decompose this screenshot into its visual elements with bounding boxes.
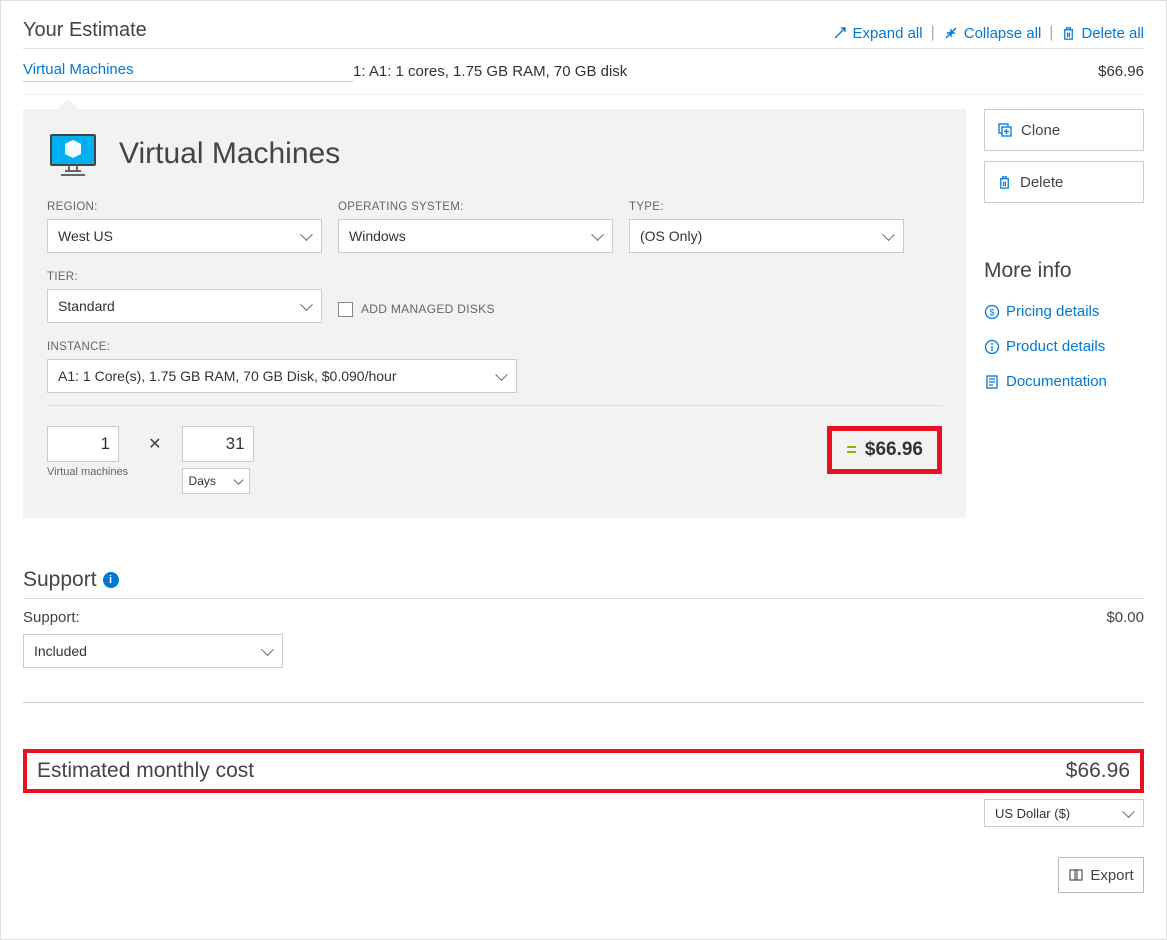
equals-symbol: =	[846, 440, 857, 461]
type-label: TYPE:	[629, 201, 904, 213]
delete-all-link[interactable]: Delete all	[1061, 25, 1144, 42]
tier-label: TIER:	[47, 271, 322, 283]
collapse-icon	[943, 25, 959, 41]
managed-disks-checkbox[interactable]	[338, 302, 353, 317]
duration-unit-select[interactable]: Days	[182, 468, 250, 494]
subtotal-price: $66.96	[865, 439, 923, 461]
type-select[interactable]: (OS Only)	[629, 219, 904, 253]
product-details-link[interactable]: Product details	[984, 338, 1144, 355]
vm-count-input[interactable]: 1	[47, 426, 119, 462]
subtotal-highlight: = $66.96	[827, 426, 942, 474]
trash-icon	[1061, 26, 1076, 41]
delete-button[interactable]: Delete	[984, 161, 1144, 203]
summary-description: 1: A1: 1 cores, 1.75 GB RAM, 70 GB disk	[353, 63, 1098, 80]
instance-label: INSTANCE:	[47, 341, 942, 353]
support-select[interactable]: Included	[23, 634, 283, 668]
monthly-cost-highlight: Estimated monthly cost $66.96	[23, 749, 1144, 793]
instance-select[interactable]: A1: 1 Core(s), 1.75 GB RAM, 70 GB Disk, …	[47, 359, 517, 393]
currency-select[interactable]: US Dollar ($)	[984, 799, 1144, 827]
export-button[interactable]: Export	[1058, 857, 1144, 893]
expand-icon	[832, 25, 848, 41]
region-label: REGION:	[47, 201, 322, 213]
os-select[interactable]: Windows	[338, 219, 613, 253]
monthly-cost-price: $66.96	[1066, 759, 1130, 783]
panel-notch	[58, 99, 78, 109]
clone-button[interactable]: Clone	[984, 109, 1144, 151]
vm-count-label: Virtual machines	[47, 466, 128, 479]
panel-title: Virtual Machines	[119, 137, 340, 171]
os-label: OPERATING SYSTEM:	[338, 201, 613, 213]
region-select[interactable]: West US	[47, 219, 322, 253]
section-divider	[23, 702, 1144, 703]
summary-name[interactable]: Virtual Machines	[23, 61, 353, 82]
side-panel: Clone Delete More info $ Pricing details…	[984, 109, 1144, 518]
multiply-symbol: ✕	[148, 434, 161, 454]
divider: |	[1049, 24, 1053, 42]
support-price: $0.00	[1106, 609, 1144, 626]
page-title: Your Estimate	[23, 19, 147, 42]
managed-disks-label: ADD MANAGED DISKS	[361, 302, 495, 316]
summary-price: $66.96	[1098, 63, 1144, 80]
trash-icon	[997, 175, 1012, 190]
dollar-icon: $	[984, 304, 1000, 320]
export-icon	[1068, 867, 1084, 883]
pricing-details-link[interactable]: $ Pricing details	[984, 303, 1144, 320]
info-icon	[984, 339, 1000, 355]
documentation-link[interactable]: Documentation	[984, 373, 1144, 390]
duration-input[interactable]: 31	[182, 426, 254, 462]
vm-config-panel: Virtual Machines REGION: West US OPERATI…	[23, 109, 966, 518]
more-info-heading: More info	[984, 259, 1144, 283]
doc-icon	[984, 374, 1000, 390]
expand-all-link[interactable]: Expand all	[832, 25, 923, 42]
monthly-cost-label: Estimated monthly cost	[37, 759, 254, 783]
support-label: Support:	[23, 609, 80, 626]
support-heading: Support i	[23, 568, 1144, 599]
info-icon[interactable]: i	[103, 572, 119, 588]
collapse-all-link[interactable]: Collapse all	[943, 25, 1042, 42]
svg-text:$: $	[989, 307, 994, 317]
estimate-summary-row[interactable]: Virtual Machines 1: A1: 1 cores, 1.75 GB…	[23, 49, 1144, 95]
tier-select[interactable]: Standard	[47, 289, 322, 323]
vm-icon	[47, 133, 95, 175]
panel-divider	[47, 405, 942, 406]
clone-icon	[997, 122, 1013, 138]
divider: |	[931, 24, 935, 42]
